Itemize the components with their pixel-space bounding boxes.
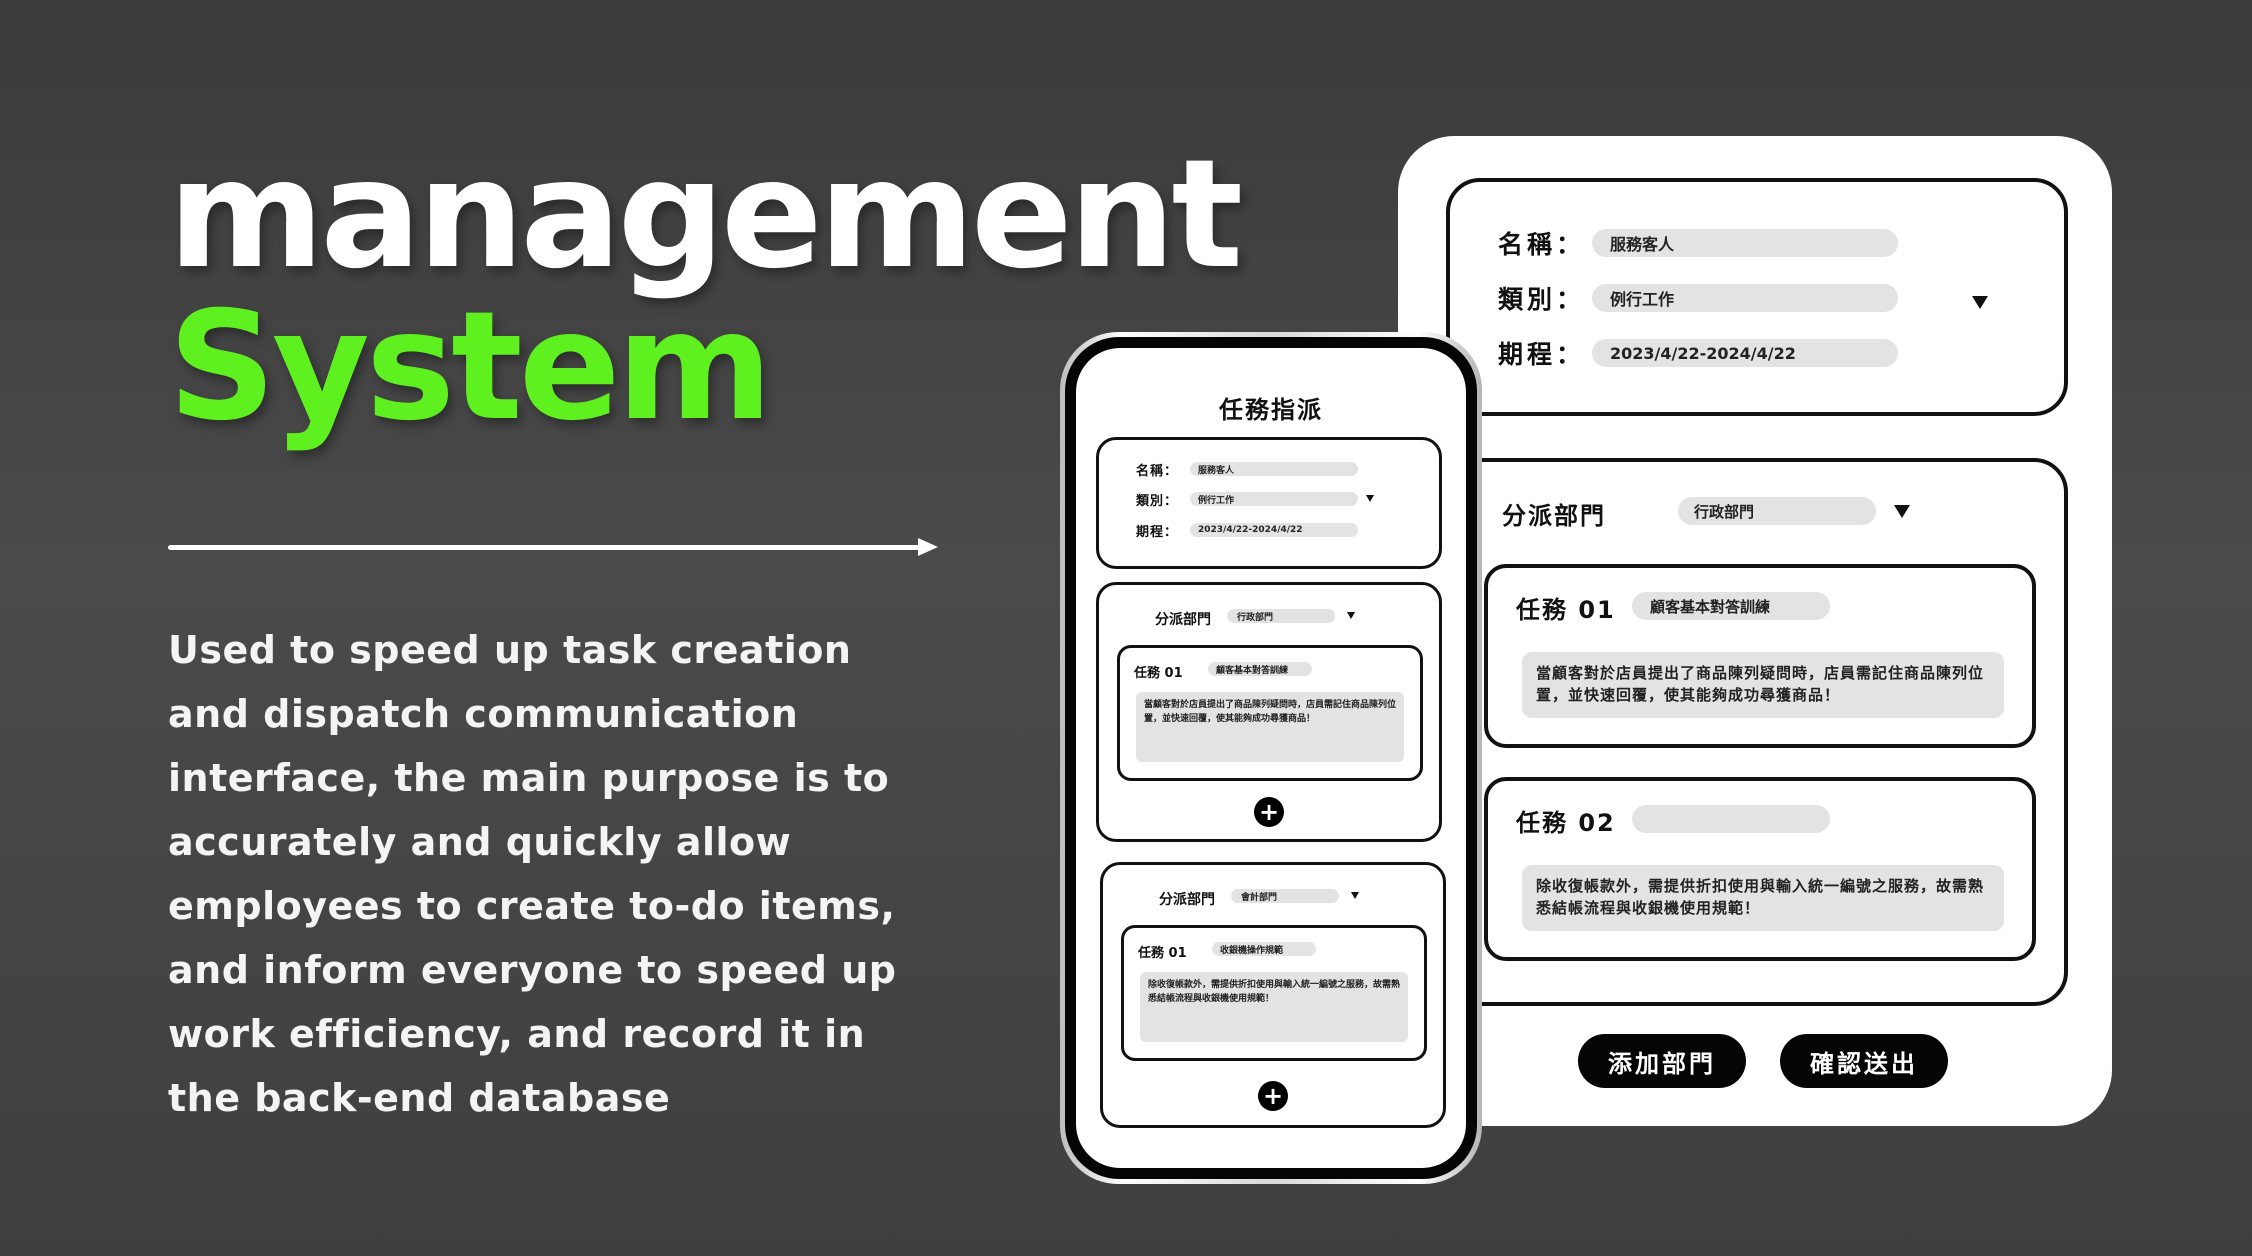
phone-task-card: 任務 01 顧客基本對答訓練 當顧客對於店員提出了商品陳列疑問時，店員需記住商品…	[1117, 645, 1423, 781]
add-task-icon[interactable]: +	[1258, 1081, 1288, 1111]
dept-label: 分派部門	[1155, 612, 1211, 628]
add-task-icon[interactable]: +	[1254, 797, 1284, 827]
type-label: 類別：	[1136, 493, 1179, 509]
hero-description: Used to speed up task creation and dispa…	[168, 628, 897, 1120]
name-field[interactable]: 服務客人	[1592, 229, 1898, 257]
arrow-line	[168, 545, 920, 550]
dept-label: 分派部門	[1502, 502, 1606, 530]
task-name: 任務 01	[1516, 596, 1616, 624]
dept-select[interactable]: 會計部門	[1231, 889, 1339, 903]
task-body-field[interactable]: 當顧客對於店員提出了商品陳列疑問時，店員需記住商品陳列位置，並快速回覆，使其能夠…	[1522, 652, 2004, 718]
type-label: 類別：	[1498, 285, 1586, 314]
phone-bezel: 任務指派 名稱： 服務客人 類別： 例行工作 期程： 2023/4/22-202…	[1065, 337, 1477, 1179]
dept-dropdown-icon[interactable]	[1351, 892, 1359, 899]
dept-dropdown-icon[interactable]	[1347, 612, 1355, 619]
submit-button[interactable]: 確認送出	[1780, 1034, 1948, 1088]
type-row: 類別： 例行工作	[1498, 281, 1898, 315]
phone-dept-card-2: 分派部門 會計部門 任務 01 收銀機操作規範 除收復帳款外，需提供折扣使用與輸…	[1100, 862, 1446, 1128]
task-name: 任務 01	[1138, 946, 1187, 961]
task-body-field[interactable]: 當顧客對於店員提出了商品陳列疑問時，店員需記住商品陳列位置，並快速回覆，使其能夠…	[1136, 692, 1404, 762]
task-name: 任務 02	[1516, 809, 1616, 837]
hero-title: management	[168, 128, 1243, 302]
task-card-1: 任務 01 顧客基本對答訓練 當顧客對於店員提出了商品陳列疑問時，店員需記住商品…	[1484, 564, 2036, 748]
task-title-field[interactable]: 顧客基本對答訓練	[1208, 662, 1312, 676]
desktop-form-panel: 名稱： 服務客人 類別： 例行工作 期程： 2023/4/22-2024/4/2…	[1398, 136, 2112, 1126]
task-title-field[interactable]	[1632, 805, 1830, 833]
phone-mockup: 任務指派 名稱： 服務客人 類別： 例行工作 期程： 2023/4/22-202…	[1060, 332, 1482, 1184]
phone-dept-card-1: 分派部門 行政部門 任務 01 顧客基本對答訓練 當顧客對於店員提出了商品陳列疑…	[1096, 582, 1442, 842]
period-field[interactable]: 2023/4/22-2024/4/22	[1190, 523, 1358, 537]
task-title-field[interactable]: 收銀機操作規範	[1212, 942, 1316, 956]
period-label: 期程：	[1136, 524, 1179, 540]
dept-select[interactable]: 行政部門	[1227, 609, 1335, 623]
type-dropdown-icon[interactable]	[1972, 296, 1988, 309]
arrow-head	[918, 538, 938, 556]
task-name: 任務 01	[1134, 666, 1183, 681]
phone-period-row: 期程： 2023/4/22-2024/4/22	[1136, 521, 1358, 540]
task-body-field[interactable]: 除收復帳款外，需提供折扣使用與輸入統一編號之服務，故需熟悉結帳流程與收銀機使用規…	[1522, 865, 2004, 931]
type-dropdown-icon[interactable]	[1366, 495, 1374, 502]
task-body-field[interactable]: 除收復帳款外，需提供折扣使用與輸入統一編號之服務，故需熟悉結帳流程與收銀機使用規…	[1140, 972, 1408, 1042]
dept-select[interactable]: 行政部門	[1678, 497, 1876, 525]
type-select[interactable]: 例行工作	[1190, 492, 1358, 506]
name-field[interactable]: 服務客人	[1190, 462, 1358, 476]
period-field[interactable]: 2023/4/22-2024/4/22	[1592, 339, 1898, 367]
hero-subtitle: System	[168, 280, 773, 454]
type-select[interactable]: 例行工作	[1592, 284, 1898, 312]
dept-dropdown-icon[interactable]	[1894, 505, 1910, 518]
period-row: 期程： 2023/4/22-2024/4/22	[1498, 336, 1898, 370]
name-label: 名稱：	[1136, 463, 1179, 479]
phone-task-card: 任務 01 收銀機操作規範 除收復帳款外，需提供折扣使用與輸入統一編號之服務，故…	[1121, 925, 1427, 1061]
phone-name-row: 名稱： 服務客人	[1136, 460, 1358, 479]
phone-screen: 任務指派 名稱： 服務客人 類別： 例行工作 期程： 2023/4/22-202…	[1076, 348, 1466, 1168]
task-card-2: 任務 02 除收復帳款外，需提供折扣使用與輸入統一編號之服務，故需熟悉結帳流程與…	[1484, 777, 2036, 961]
name-row: 名稱： 服務客人	[1498, 226, 1898, 260]
arrow-right-icon	[168, 538, 938, 556]
name-label: 名稱：	[1498, 230, 1586, 259]
phone-type-row: 類別： 例行工作	[1136, 490, 1358, 509]
screen-title: 任務指派	[1219, 396, 1323, 424]
dept-label: 分派部門	[1159, 892, 1215, 908]
add-dept-button[interactable]: 添加部門	[1578, 1034, 1746, 1088]
period-label: 期程：	[1498, 340, 1586, 369]
task-title-field[interactable]: 顧客基本對答訓練	[1632, 592, 1830, 620]
